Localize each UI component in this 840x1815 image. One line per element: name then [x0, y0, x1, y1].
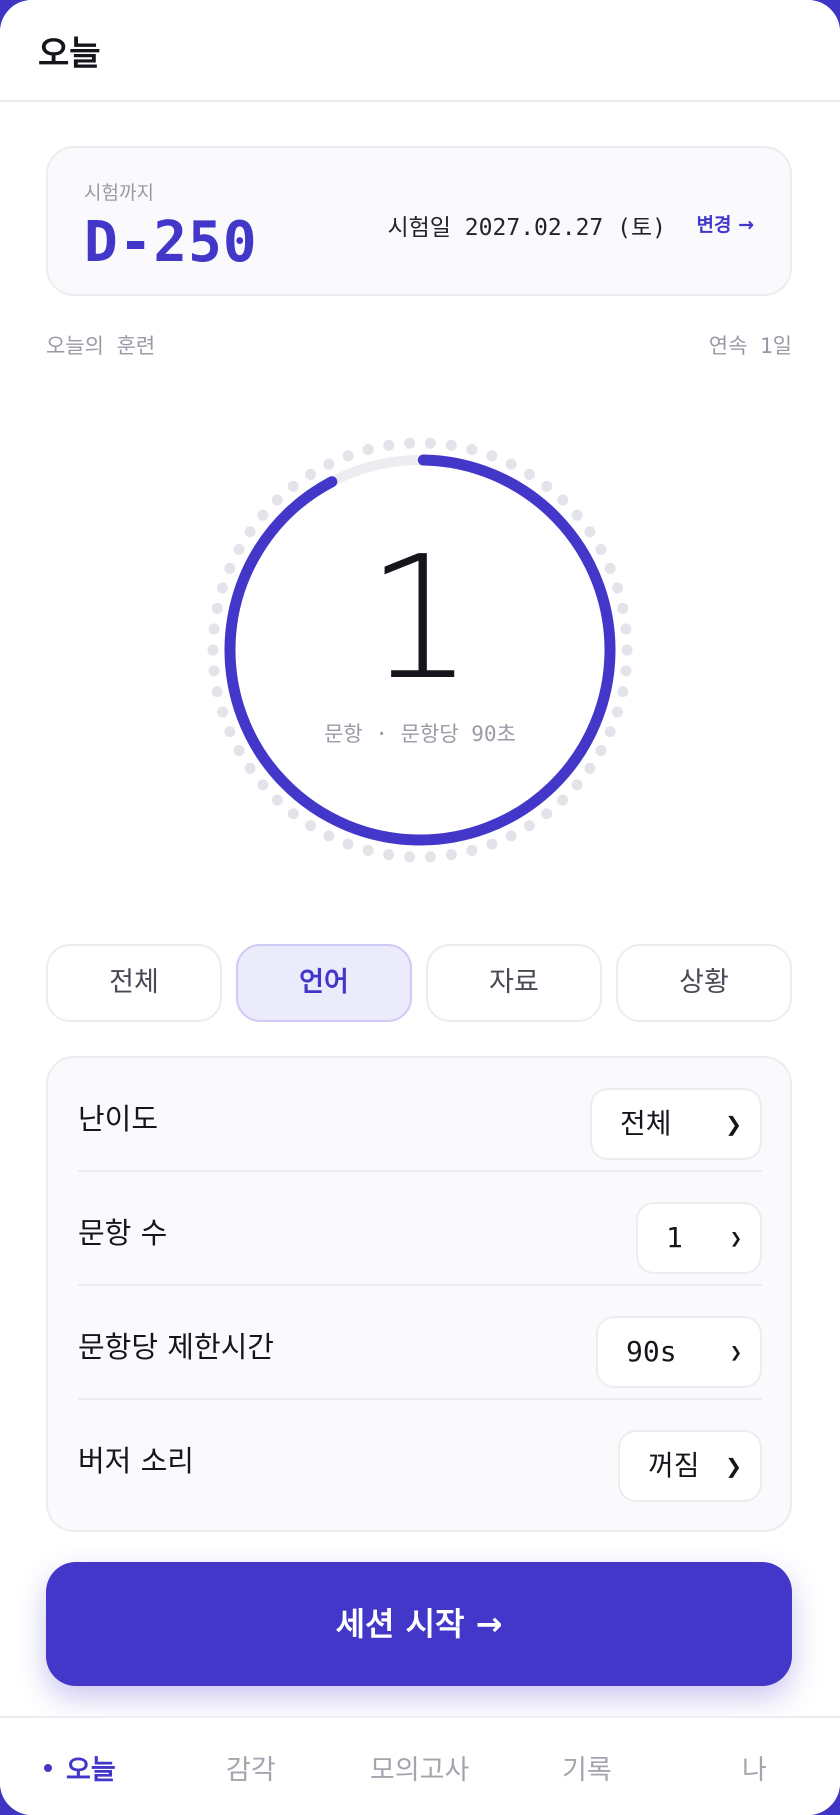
chevron-down-icon: ❯ — [729, 1340, 742, 1364]
ring-dot — [404, 437, 416, 449]
time-limit-label: 문항당 제한시간 — [78, 1330, 274, 1364]
ring-dot — [557, 494, 569, 506]
buzzer-label: 버저 소리 — [78, 1444, 194, 1478]
ring-dot — [323, 458, 335, 470]
category-tabs: 전체 언어 자료 상황 — [46, 944, 792, 1022]
ring-dot — [424, 437, 436, 449]
ring-dot — [305, 820, 317, 832]
ring-dot — [541, 480, 553, 492]
ring-dot — [445, 439, 457, 451]
ring-dot — [305, 468, 317, 480]
ring-dot — [404, 851, 416, 863]
today-training-label: 오늘의 훈련 — [46, 334, 156, 358]
tab-situation[interactable]: 상황 — [616, 944, 792, 1022]
ring-dot — [523, 820, 535, 832]
app-header: 오늘 — [0, 0, 840, 102]
count-label: 문항 수 — [78, 1216, 168, 1250]
dday-value: D-250 — [84, 210, 258, 275]
setting-difficulty: 난이도 전체 ❯ — [78, 1058, 762, 1172]
nav-sense[interactable]: 감각 — [226, 1748, 276, 1787]
dday-card: 시험까지 D-250 시험일 2027.02.27 (토) 변경 → — [46, 146, 792, 296]
session-settings: 난이도 전체 ❯ 문항 수 1 ❯ 문항당 제한시간 90s ❯ 버저 소리 꺼… — [46, 1056, 792, 1532]
start-session-button[interactable]: 세션 시작 → — [46, 1562, 792, 1686]
ring-dot — [466, 444, 478, 456]
dday-label: 시험까지 — [84, 182, 154, 204]
bottom-nav: 오늘 감각 모의고사 기록 나 — [0, 1716, 840, 1815]
ring-dot — [362, 844, 374, 856]
ring-dot — [486, 838, 498, 850]
ring-dot — [257, 509, 269, 521]
chevron-down-icon: ❯ — [725, 1112, 742, 1136]
page-title: 오늘 — [38, 34, 101, 74]
ring-dot — [505, 830, 517, 842]
tab-data[interactable]: 자료 — [426, 944, 602, 1022]
buzzer-select[interactable]: 꺼짐 ❯ — [618, 1430, 762, 1502]
buzzer-value: 꺼짐 — [648, 1449, 700, 1482]
ring-dot — [445, 849, 457, 861]
difficulty-label: 난이도 — [78, 1102, 159, 1136]
ring-dot — [362, 444, 374, 456]
difficulty-value: 전체 — [620, 1107, 672, 1140]
chevron-down-icon: ❯ — [725, 1454, 742, 1478]
count-select[interactable]: 1 ❯ — [636, 1202, 762, 1274]
ring-caption: 문항 · 문항당 90초 — [324, 722, 516, 746]
today-training-row: 오늘의 훈련 연속 1일 — [46, 330, 792, 360]
streak-count: 연속 1일 — [708, 334, 792, 358]
nav-me[interactable]: 나 — [742, 1748, 767, 1787]
ring-dot — [257, 779, 269, 791]
ring-dot — [383, 849, 395, 861]
ring-dot — [571, 509, 583, 521]
chevron-down-icon: ❯ — [729, 1226, 742, 1250]
ring-dot — [271, 794, 283, 806]
ring-dot — [584, 762, 596, 774]
ring-dot — [216, 706, 228, 718]
setting-buzzer: 버저 소리 꺼짐 ❯ — [78, 1400, 762, 1514]
exam-date: 시험일 2027.02.27 (토) — [387, 215, 666, 241]
ring-dot — [557, 794, 569, 806]
question-count: 1 — [365, 520, 475, 718]
nav-records[interactable]: 기록 — [562, 1748, 612, 1787]
change-exam-date-link[interactable]: 변경 → — [697, 210, 755, 237]
ring-dot — [287, 808, 299, 820]
tab-language[interactable]: 언어 — [236, 944, 412, 1022]
setting-time-limit: 문항당 제한시간 90s ❯ — [78, 1286, 762, 1400]
time-limit-value: 90s — [626, 1335, 677, 1368]
ring-dot — [342, 838, 354, 850]
ring-dot — [323, 830, 335, 842]
nav-today[interactable]: 오늘 — [44, 1748, 116, 1787]
phone-screen: 오늘 시험까지 D-250 시험일 2027.02.27 (토) 변경 → 오늘… — [0, 0, 840, 1815]
ring-dot — [523, 468, 535, 480]
ring-dot — [271, 494, 283, 506]
setting-count: 문항 수 1 ❯ — [78, 1172, 762, 1286]
ring-dot — [486, 450, 498, 462]
active-dot-icon — [44, 1763, 52, 1772]
ring-dot — [383, 439, 395, 451]
ring-dot — [541, 808, 553, 820]
ring-dot — [505, 458, 517, 470]
count-value: 1 — [666, 1221, 683, 1254]
time-limit-select[interactable]: 90s ❯ — [596, 1316, 762, 1388]
ring-dot — [342, 450, 354, 462]
difficulty-select[interactable]: 전체 ❯ — [590, 1088, 762, 1160]
ring-dot — [424, 851, 436, 863]
ring-dot — [612, 706, 624, 718]
tab-all[interactable]: 전체 — [46, 944, 222, 1022]
progress-ring: 1 문항 · 문항당 90초 — [200, 430, 640, 870]
ring-dot — [571, 779, 583, 791]
ring-dot — [244, 762, 256, 774]
nav-today-label: 오늘 — [66, 1755, 116, 1786]
nav-mock-exam[interactable]: 모의고사 — [370, 1748, 469, 1787]
ring-dot — [466, 844, 478, 856]
ring-dot — [287, 480, 299, 492]
